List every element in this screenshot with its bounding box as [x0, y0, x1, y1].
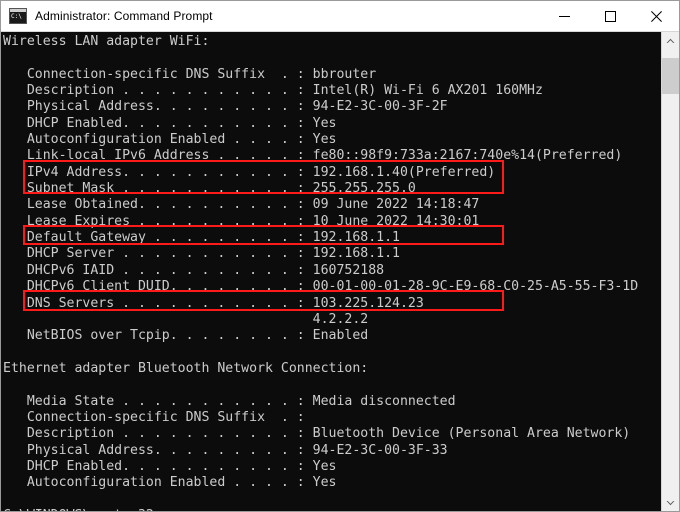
console-line: Physical Address. . . . . . . . . : 94-E… — [1, 443, 661, 459]
minimize-icon — [559, 11, 570, 22]
console-line: Default Gateway . . . . . . . . . : 192.… — [1, 230, 661, 246]
window-title: Administrator: Command Prompt — [35, 9, 213, 23]
console-line: Autoconfiguration Enabled . . . . : Yes — [1, 475, 661, 491]
maximize-button[interactable] — [587, 1, 633, 31]
console-line: Subnet Mask . . . . . . . . . . . : 255.… — [1, 181, 661, 197]
console-line: IPv4 Address. . . . . . . . . . . : 192.… — [1, 165, 661, 181]
scroll-up-arrow-icon — [666, 38, 675, 44]
scrollbar-thumb[interactable] — [662, 58, 679, 94]
console-line: Lease Obtained. . . . . . . . . . : 09 J… — [1, 197, 661, 213]
console-line — [1, 377, 661, 393]
console-line — [1, 492, 661, 508]
scroll-down-button[interactable] — [662, 494, 679, 511]
console-text: Wireless LAN adapter WiFi: Connection-sp… — [1, 34, 661, 511]
console-line: DHCPv6 Client DUID. . . . . . . . : 00-0… — [1, 279, 661, 295]
console-line: Lease Expires . . . . . . . . . . : 10 J… — [1, 214, 661, 230]
command-prompt-icon: C:\ — [9, 8, 27, 24]
close-button[interactable] — [633, 1, 679, 31]
console-line: Connection-specific DNS Suffix . : — [1, 410, 661, 426]
console-output[interactable]: Wireless LAN adapter WiFi: Connection-sp… — [1, 32, 661, 511]
minimize-button[interactable] — [541, 1, 587, 31]
console-line: Description . . . . . . . . . . . : Blue… — [1, 426, 661, 442]
scroll-down-arrow-icon — [666, 500, 675, 506]
window-controls — [541, 1, 679, 31]
command-prompt-icon-glyph: C:\ — [11, 13, 22, 20]
console-line — [1, 345, 661, 361]
console-line: DHCP Server . . . . . . . . . . . : 192.… — [1, 246, 661, 262]
console-line: Connection-specific DNS Suffix . : bbrou… — [1, 67, 661, 83]
console-line: DHCP Enabled. . . . . . . . . . . : Yes — [1, 116, 661, 132]
scroll-up-button[interactable] — [662, 32, 679, 49]
scrollbar-track[interactable] — [662, 49, 679, 494]
title-bar[interactable]: C:\ Administrator: Command Prompt — [1, 1, 679, 32]
console-line: Physical Address. . . . . . . . . : 94-E… — [1, 99, 661, 115]
console-line: DHCPv6 IAID . . . . . . . . . . . : 1607… — [1, 263, 661, 279]
maximize-icon — [605, 11, 616, 22]
close-icon — [651, 11, 662, 22]
console-line: Ethernet adapter Bluetooth Network Conne… — [1, 361, 661, 377]
console-line: DNS Servers . . . . . . . . . . . : 103.… — [1, 296, 661, 312]
console-line: DHCP Enabled. . . . . . . . . . . : Yes — [1, 459, 661, 475]
command-prompt-window: C:\ Administrator: Command Prompt — [0, 0, 680, 512]
console-line: Description . . . . . . . . . . . : Inte… — [1, 83, 661, 99]
console-line: Media State . . . . . . . . . . . : Medi… — [1, 394, 661, 410]
console-line: Link-local IPv6 Address . . . . . : fe80… — [1, 148, 661, 164]
console-line: 4.2.2.2 — [1, 312, 661, 328]
vertical-scrollbar[interactable] — [661, 32, 679, 511]
console-line — [1, 50, 661, 66]
console-line: Wireless LAN adapter WiFi: — [1, 34, 661, 50]
console-area: Wireless LAN adapter WiFi: Connection-sp… — [1, 32, 679, 511]
console-line: Autoconfiguration Enabled . . . . : Yes — [1, 132, 661, 148]
console-line: C:\WINDOWS\system32>_ — [1, 508, 661, 511]
console-line: NetBIOS over Tcpip. . . . . . . . : Enab… — [1, 328, 661, 344]
